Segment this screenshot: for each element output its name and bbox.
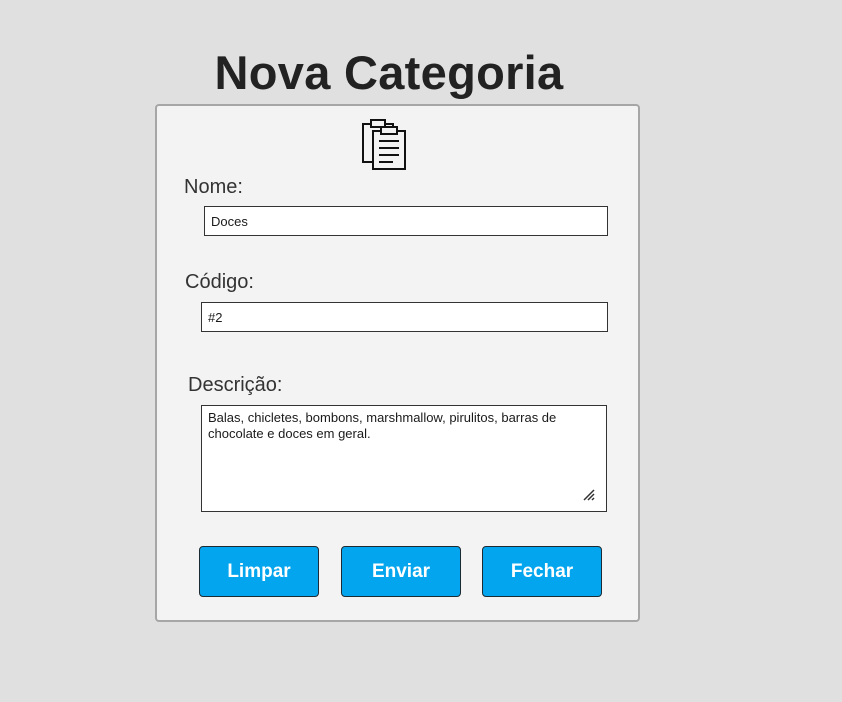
- category-form: Nome: Código: Descrição: Balas, chiclete…: [155, 104, 640, 622]
- nome-label: Nome:: [184, 176, 243, 198]
- clipboard-icon: [362, 119, 406, 170]
- enviar-button[interactable]: Enviar: [341, 546, 461, 597]
- codigo-input[interactable]: [201, 302, 608, 332]
- limpar-button[interactable]: Limpar: [199, 546, 319, 597]
- page-title: Nova Categoria: [214, 46, 564, 99]
- descricao-textarea[interactable]: Balas, chicletes, bombons, marshmallow, …: [201, 405, 607, 512]
- descricao-label: Descrição:: [188, 374, 283, 396]
- nome-input[interactable]: [204, 206, 608, 236]
- resize-grip-icon[interactable]: [583, 489, 595, 501]
- codigo-label: Código:: [185, 271, 254, 293]
- page: Nova Categoria Nome: Código: Descrição: …: [0, 0, 842, 702]
- fechar-button[interactable]: Fechar: [482, 546, 602, 597]
